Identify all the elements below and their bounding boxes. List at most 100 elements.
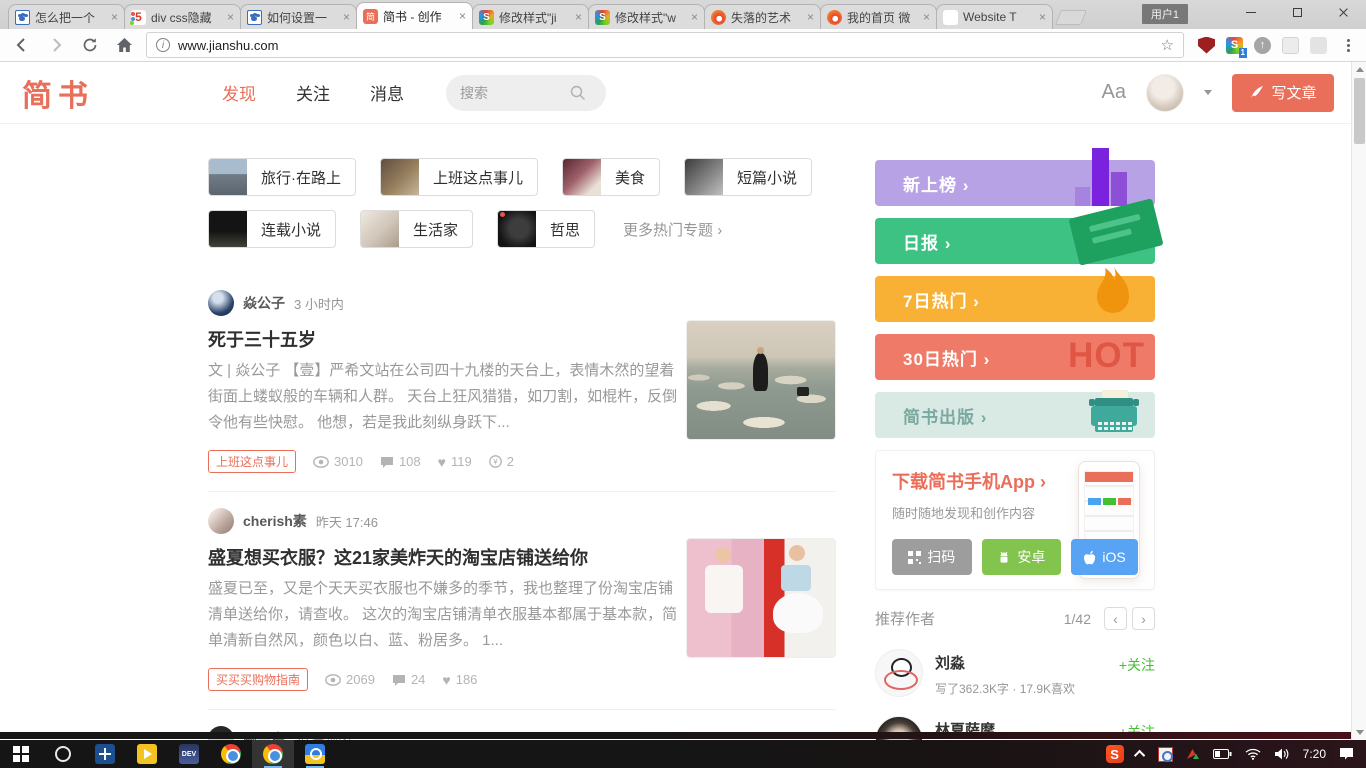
action-center-icon[interactable] [1339,747,1354,761]
scrollbar-up-arrow[interactable] [1356,67,1364,72]
nav-messages[interactable]: 消息 [370,80,404,105]
taskbar-chrome-1[interactable] [210,740,252,768]
collection-tag[interactable]: 上班这点事儿 [208,450,296,473]
tray-arrows-icon[interactable] [1186,748,1200,760]
tab-close-icon[interactable]: × [459,10,466,22]
browser-menu-button[interactable] [1341,39,1356,52]
author-name[interactable]: cherish素 [243,511,307,531]
taskbar-chrome-2-active[interactable] [252,740,294,768]
url-text[interactable]: www.jianshu.com [178,38,278,53]
upload-extension-icon[interactable]: ↑ [1254,37,1271,54]
banner-7day-hot[interactable]: 7日热门 › [875,276,1155,322]
search-box[interactable] [446,75,606,111]
taskbar-app-3[interactable]: DEV [168,740,210,768]
start-button[interactable] [0,740,42,768]
tab-close-icon[interactable]: × [1039,11,1046,23]
banner-daily[interactable]: 日报 › [875,218,1155,264]
extension-icon[interactable] [1282,37,1299,54]
author-name[interactable]: 焱公子 [243,293,285,313]
author-avatar[interactable] [875,649,923,697]
authors-next-button[interactable]: › [1132,607,1155,630]
close-button[interactable] [1320,0,1366,24]
article-thumbnail[interactable] [686,320,836,440]
banner-30day-hot[interactable]: 30日热门 › HOT [875,334,1155,380]
address-bar[interactable]: i www.jianshu.com ☆ [146,32,1184,58]
reload-button[interactable] [78,33,102,57]
tab-8[interactable]: 我的首页 微 × [820,4,937,29]
nav-discover[interactable]: 发现 [222,80,256,105]
follow-button[interactable]: +关注 [1119,655,1155,675]
disabled-extension-icon[interactable] [1310,37,1327,54]
article-thumbnail[interactable] [686,538,836,658]
ios-button[interactable]: iOS [1071,539,1138,575]
authors-prev-button[interactable]: ‹ [1104,607,1127,630]
nav-follow[interactable]: 关注 [296,80,330,105]
clock[interactable]: 7:20 [1303,747,1326,761]
topic-lifestyle[interactable]: 生活家 [360,210,473,248]
author-avatar[interactable] [208,290,234,316]
tab-close-icon[interactable]: × [575,11,582,23]
wifi-icon[interactable] [1245,748,1261,760]
topic-food[interactable]: 美食 [562,158,660,196]
topic-short-story[interactable]: 短篇小说 [684,158,812,196]
chevron-down-icon[interactable] [1204,90,1212,95]
banner-jianshu-press[interactable]: 简书出版 › [875,392,1155,438]
collection-tag[interactable]: 买买买购物指南 [208,668,308,691]
volume-icon[interactable] [1274,748,1290,760]
user-avatar[interactable] [1146,74,1184,112]
taskbar-app-2[interactable] [126,740,168,768]
bookmark-star-icon[interactable]: ☆ [1161,36,1174,54]
topic-serial-novel[interactable]: 连载小说 [208,210,336,248]
banner-new-ranking[interactable]: 新上榜 › [875,160,1155,206]
tab-6[interactable]: 修改样式"w × [588,4,705,29]
tab-close-icon[interactable]: × [923,11,930,23]
tab-3[interactable]: 如何设置一 × [240,4,357,29]
topic-philosophy[interactable]: 哲思 [497,210,595,248]
tab-2[interactable]: div css隐藏 × [124,4,241,29]
page-info-icon[interactable]: i [156,38,170,52]
tab-close-icon[interactable]: × [343,11,350,23]
topic-travel[interactable]: 旅行·在路上 [208,158,356,196]
tab-5[interactable]: 修改样式"ji × [472,4,589,29]
author-line[interactable]: cherish素 昨天 17:46 [208,508,836,534]
qr-code-button[interactable]: 扫码 [892,539,972,575]
tab-close-icon[interactable]: × [111,11,118,23]
new-tab-button[interactable] [1055,10,1087,25]
tab-close-icon[interactable]: × [691,11,698,23]
forward-button[interactable] [44,33,68,57]
author-avatar[interactable] [208,508,234,534]
page-scrollbar[interactable] [1351,62,1366,740]
sogou-input-icon[interactable]: S [1106,745,1124,763]
home-button[interactable] [112,33,136,57]
android-button[interactable]: 安卓 [982,539,1062,575]
tray-expand-icon[interactable] [1134,750,1145,761]
more-topics-link[interactable]: 更多热门专题 › [623,219,722,240]
article-title[interactable]: 死于三十五岁 [208,326,680,352]
maximize-button[interactable] [1274,0,1320,24]
cortana-button[interactable] [42,740,84,768]
tab-9[interactable]: Website T × [936,4,1053,29]
author-name[interactable]: 刘淼 [935,652,1075,673]
minimize-button[interactable] [1228,0,1274,24]
write-article-button[interactable]: 写文章 [1232,74,1334,112]
author-line[interactable]: 焱公子 3 小时内 [208,290,836,316]
ublock-extension-icon[interactable]: 3 [1198,37,1215,54]
back-button[interactable] [10,33,34,57]
taskbar-app-1[interactable] [84,740,126,768]
article-title[interactable]: 盛夏想买衣服？这21家美炸天的淘宝店铺送给你 [208,544,680,570]
jianshu-logo[interactable]: 简书 [22,71,94,115]
scrollbar-thumb[interactable] [1354,78,1365,144]
taskbar-app-4-active[interactable] [294,740,336,768]
browser-profile-label[interactable]: 用户1 [1142,4,1188,24]
tab-close-icon[interactable]: × [807,11,814,23]
font-size-button[interactable]: Aa [1102,81,1126,104]
scrollbar-down-arrow[interactable] [1356,730,1364,735]
topic-work[interactable]: 上班这点事儿 [380,158,538,196]
battery-icon[interactable] [1213,749,1232,759]
search-input[interactable] [460,85,570,101]
tab-close-icon[interactable]: × [227,11,234,23]
tab-7[interactable]: 失落的艺术 × [704,4,821,29]
tray-app-icon[interactable] [1158,747,1173,762]
tab-1[interactable]: 怎么把一个 × [8,4,125,29]
tab-4-active-jianshu[interactable]: 简书 - 创作 × [356,2,473,29]
